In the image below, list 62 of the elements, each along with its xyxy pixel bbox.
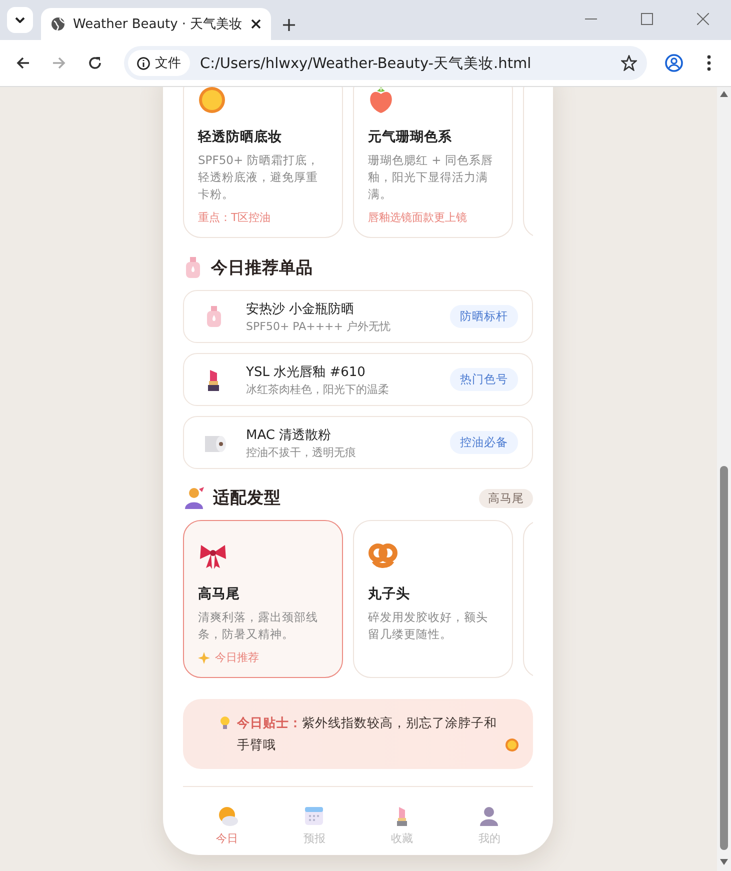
new-tab-icon[interactable] [283, 19, 295, 31]
product-description: 冰红茶肉桂色，阳光下的温柔 [246, 382, 390, 396]
back-arrow-icon[interactable] [16, 56, 30, 70]
card-title: 轻透防晒底妆 [198, 128, 283, 146]
section-title: 适配发型 [213, 487, 282, 509]
product-description: SPF50+ PA++++ 户外无忧 [246, 318, 392, 334]
tab-title: Weather Beauty · 天气美妆 [73, 16, 243, 33]
product-name: 安热沙 小金瓶防晒 [246, 300, 356, 318]
tip-text: 今日贴士：紫外线指数较高，别忘了涂脖子和手臂哦 [237, 714, 498, 754]
tab-list-button[interactable] [7, 7, 33, 33]
sun-icon [198, 87, 226, 114]
calendar-icon [303, 805, 326, 827]
close-icon[interactable] [251, 19, 261, 29]
scroll-down-icon[interactable] [720, 859, 728, 865]
pretzel-icon [368, 541, 398, 571]
reload-icon[interactable] [88, 56, 102, 70]
hairstyle-card[interactable]: 丸子头 碎发用发胶收好，额头留几缕更随性。 [353, 520, 513, 678]
chevron-down-icon [15, 17, 25, 23]
lightbulb-icon [219, 716, 231, 730]
profile-icon[interactable] [665, 54, 683, 72]
product-description: 控油不拔干，透明无痕 [246, 444, 357, 460]
look-card[interactable]: 轻透防晒底妆 SPF50+ 防晒霜打底，轻透粉底液，避免厚重卡粉。 重点：T区控油 [183, 87, 343, 238]
address-bar[interactable]: 文件 C:/Users/hlwxy/Weather-Beauty-天气美妆.html [124, 46, 647, 80]
lotion-bottle-icon [204, 305, 224, 328]
hairstyle-card[interactable]: 高马尾 清爽利落，露出颈部线条，防暑又精神。 今日推荐 [183, 520, 343, 678]
peach-icon [368, 87, 394, 114]
recommend-label: 今日推荐 [215, 650, 259, 665]
card-title: 元气珊瑚色系 [368, 128, 453, 146]
card-tip: 唇釉选镜面款更上镜 [368, 210, 468, 225]
hairstyle-tag: 高马尾 [479, 488, 533, 508]
scroll-up-icon[interactable] [720, 91, 728, 97]
card-description: 清爽利落，露出颈部线条，防暑又精神。 [198, 609, 319, 643]
hairstyle-person-icon [183, 487, 205, 509]
sun-icon [505, 738, 519, 752]
product-name: MAC 清透散粉 [246, 426, 332, 444]
product-tag: 防晒标杆 [450, 305, 518, 328]
sparkle-icon [198, 652, 210, 664]
section-title: 今日推荐单品 [211, 256, 314, 278]
scrollbar-thumb[interactable] [720, 466, 728, 850]
info-icon [137, 56, 150, 70]
url-text: C:/Users/hlwxy/Weather-Beauty-天气美妆.html [200, 54, 532, 72]
star-icon[interactable] [621, 55, 637, 71]
card-description: 珊瑚色腮红 + 同色系唇釉，阳光下显得活力满满。 [368, 152, 494, 203]
user-icon [478, 805, 500, 827]
browser-tab[interactable]: Weather Beauty · 天气美妆 [41, 8, 271, 40]
card-description: 碎发用发胶收好，额头留几缕更随性。 [368, 609, 489, 643]
product-card[interactable]: YSL 水光唇釉 #610 冰红茶肉桂色，阳光下的温柔 热门色号 [183, 353, 533, 406]
maximize-icon[interactable] [641, 13, 653, 25]
lotion-bottle-icon [183, 256, 203, 279]
product-name: YSL 水光唇釉 #610 [246, 364, 366, 380]
globe-icon [51, 17, 65, 31]
more-menu-icon[interactable] [707, 55, 711, 71]
site-info-button[interactable]: 文件 [128, 50, 190, 76]
card-title: 高马尾 [198, 585, 241, 603]
card-description: SPF50+ 防晒霜打底，轻透粉底液，避免厚重卡粉。 [198, 152, 320, 203]
look-card[interactable]: 元气珊瑚色系 珊瑚色腮红 + 同色系唇釉，阳光下显得活力满满。 唇釉选镜面款更上镜 [353, 87, 513, 238]
product-card[interactable]: MAC 清透散粉 控油不拔干，透明无痕 控油必备 [183, 416, 533, 469]
product-tag: 热门色号 [450, 368, 518, 391]
product-tag: 控油必备 [450, 431, 518, 454]
product-card[interactable]: 安热沙 小金瓶防晒 SPF50+ PA++++ 户外无忧 防晒标杆 [183, 290, 533, 343]
card-tip: 重点：T区控油 [198, 210, 272, 225]
card-title: 丸子头 [368, 585, 411, 603]
